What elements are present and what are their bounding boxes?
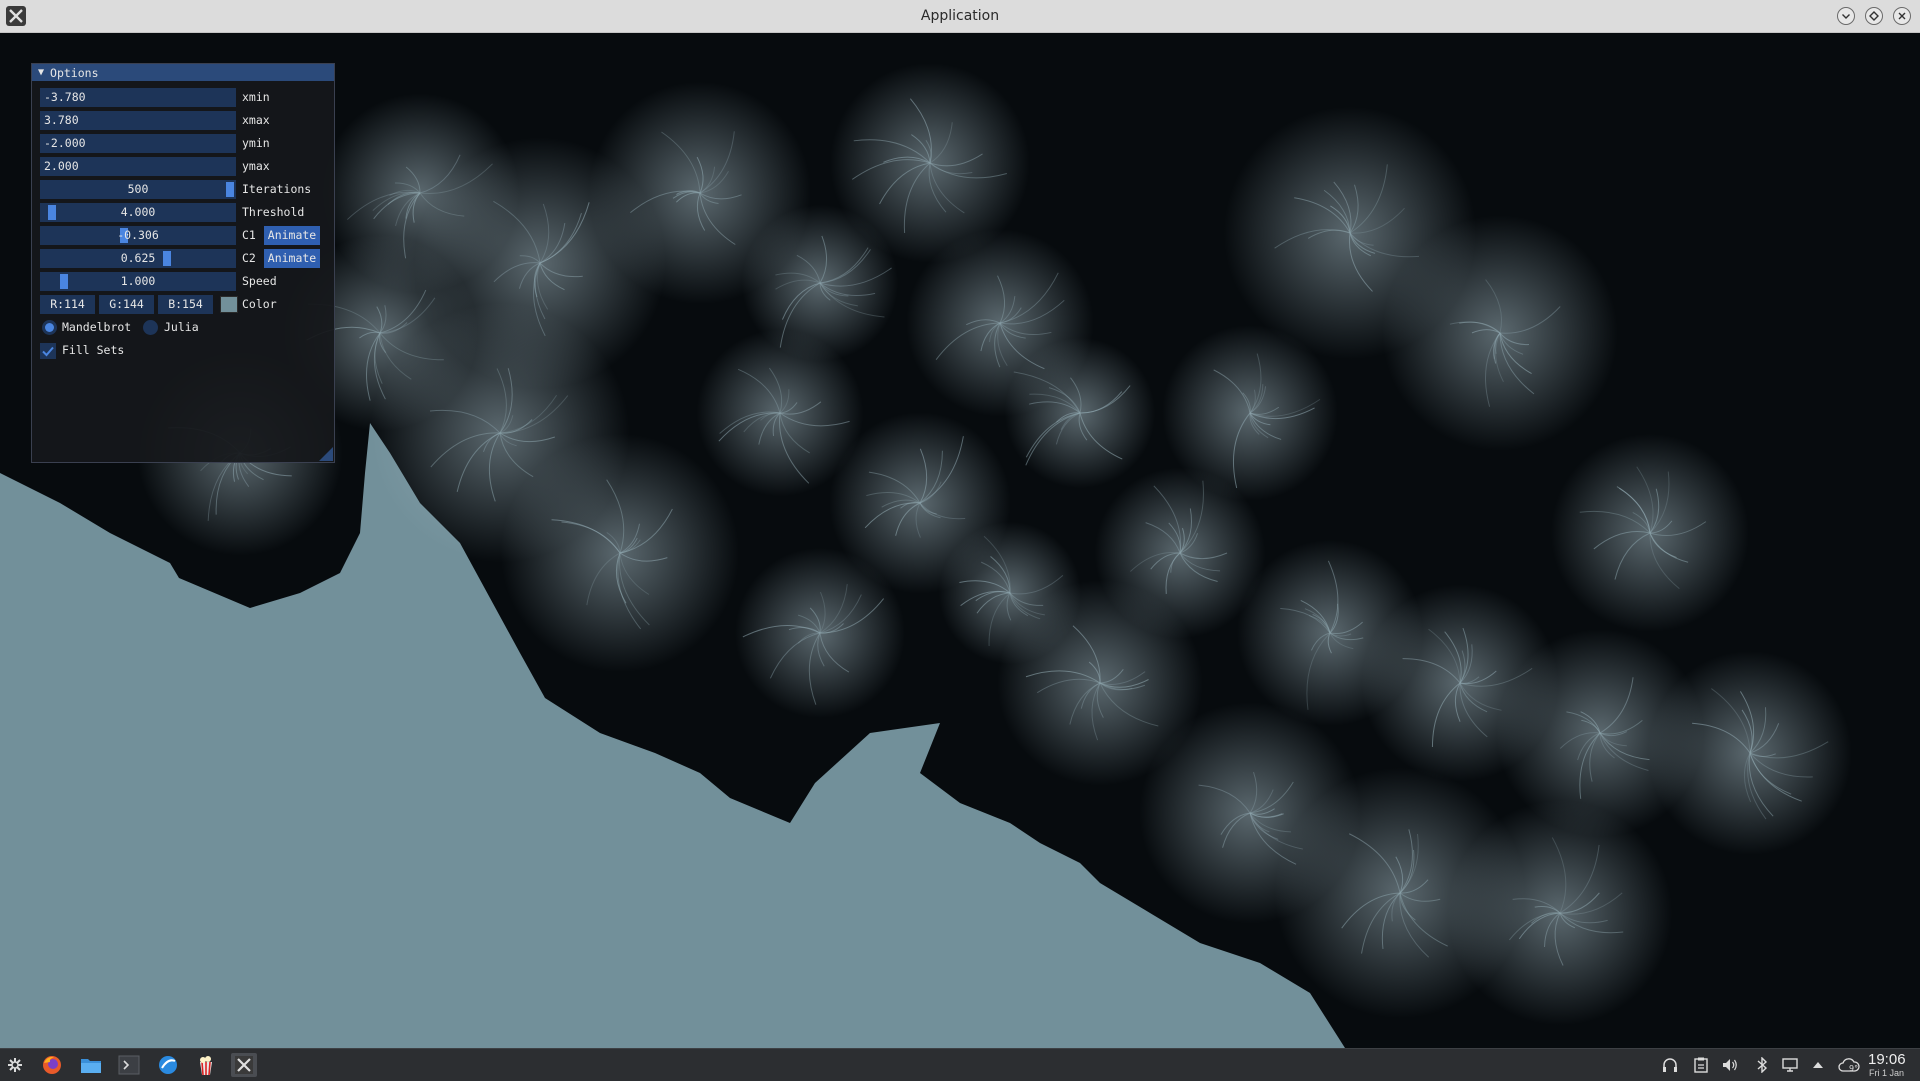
c2-animate-button[interactable]: Animate xyxy=(264,249,320,268)
c1-slider[interactable]: -0.306 xyxy=(40,226,236,245)
xmin-input[interactable]: -3.780 xyxy=(40,88,236,107)
checkmark-icon xyxy=(42,346,54,357)
julia-label[interactable]: Julia xyxy=(164,318,199,337)
speed-slider-grab[interactable] xyxy=(60,274,68,289)
chevron-down-icon xyxy=(1842,14,1850,19)
ymin-input[interactable]: -2.000 xyxy=(40,134,236,153)
threshold-slider[interactable]: 4.000 xyxy=(40,203,236,222)
threshold-value: 4.000 xyxy=(120,205,156,219)
restore-icon xyxy=(1869,11,1879,21)
xmin-row: -3.780 xmin xyxy=(40,88,330,107)
c2-slider-grab[interactable] xyxy=(163,251,171,266)
collapse-arrow-icon[interactable]: ▼ xyxy=(38,67,44,78)
iterations-row: 500 Iterations xyxy=(40,180,330,199)
browser-icon[interactable] xyxy=(155,1053,181,1077)
mandelbrot-label[interactable]: Mandelbrot xyxy=(62,318,131,337)
mode-row: Mandelbrot Julia xyxy=(40,318,330,337)
application-taskbar-icon[interactable] xyxy=(231,1053,257,1077)
firefox-icon[interactable] xyxy=(39,1053,65,1077)
color-row: R:114 G:144 B:154 Color xyxy=(40,295,330,314)
display-icon[interactable] xyxy=(1781,1056,1799,1074)
headphones-icon[interactable] xyxy=(1661,1056,1679,1074)
julia-radio[interactable] xyxy=(143,320,158,335)
clock-time[interactable]: 19:06 xyxy=(1868,1051,1906,1068)
taskbar: 9° 19:06 Fri 1 Jan xyxy=(0,1048,1920,1081)
speed-value: 1.000 xyxy=(120,274,156,288)
ymax-row: 2.000 ymax xyxy=(40,157,330,176)
xmax-input[interactable]: 3.780 xyxy=(40,111,236,130)
fill-sets-checkbox[interactable] xyxy=(40,343,56,359)
ymax-input[interactable]: 2.000 xyxy=(40,157,236,176)
threshold-label: Threshold xyxy=(242,205,305,219)
options-panel-title: Options xyxy=(50,65,99,80)
ymin-label: ymin xyxy=(242,136,270,150)
popcorn-icon[interactable] xyxy=(193,1053,219,1077)
speed-row: 1.000 Speed xyxy=(40,272,330,291)
c2-row: 0.625 C2 Animate xyxy=(40,249,330,268)
volume-icon[interactable] xyxy=(1721,1056,1739,1074)
title-bar: Application xyxy=(0,0,1920,33)
c2-slider[interactable]: 0.625 xyxy=(40,249,236,268)
c2-label: C2 xyxy=(242,251,256,265)
terminal-icon[interactable] xyxy=(116,1053,142,1077)
options-panel: ▼ Options -3.780 xmin 3.780 xmax -2.000 … xyxy=(31,63,335,463)
fill-sets-row: Fill Sets xyxy=(40,341,330,360)
close-icon xyxy=(1898,12,1906,20)
weather-icon[interactable]: 9° xyxy=(1836,1056,1862,1074)
speed-label: Speed xyxy=(242,274,277,288)
xmax-row: 3.780 xmax xyxy=(40,111,330,130)
maximize-button[interactable] xyxy=(1865,7,1883,25)
app-launcher-icon[interactable] xyxy=(2,1053,28,1077)
color-green-input[interactable]: G:144 xyxy=(99,295,154,314)
mandelbrot-radio[interactable] xyxy=(42,320,57,335)
clock-date[interactable]: Fri 1 Jan xyxy=(1869,1068,1904,1078)
speed-slider[interactable]: 1.000 xyxy=(40,272,236,291)
threshold-row: 4.000 Threshold xyxy=(40,203,330,222)
ymax-label: ymax xyxy=(242,159,270,173)
resize-grip-icon[interactable] xyxy=(319,447,333,461)
ymin-row: -2.000 ymin xyxy=(40,134,330,153)
c2-value: 0.625 xyxy=(120,251,156,265)
color-red-input[interactable]: R:114 xyxy=(40,295,95,314)
weather-temperature: 9° xyxy=(1849,1064,1859,1073)
clipboard-icon[interactable] xyxy=(1692,1056,1710,1074)
iterations-slider[interactable]: 500 xyxy=(40,180,236,199)
c1-animate-button[interactable]: Animate xyxy=(264,226,320,245)
iterations-slider-grab[interactable] xyxy=(226,182,234,197)
close-button[interactable] xyxy=(1893,7,1911,25)
bluetooth-icon[interactable] xyxy=(1753,1056,1771,1074)
color-blue-input[interactable]: B:154 xyxy=(158,295,213,314)
file-manager-icon[interactable] xyxy=(78,1053,104,1077)
options-panel-header[interactable]: ▼ Options xyxy=(32,64,334,81)
xmin-label: xmin xyxy=(242,90,270,104)
iterations-label: Iterations xyxy=(242,182,312,196)
tray-expand-icon[interactable] xyxy=(1809,1056,1827,1074)
c1-row: -0.306 C1 Animate xyxy=(40,226,330,245)
c1-label: C1 xyxy=(242,228,256,242)
minimize-button[interactable] xyxy=(1837,7,1855,25)
iterations-value: 500 xyxy=(127,182,149,196)
color-swatch[interactable] xyxy=(220,296,238,313)
threshold-slider-grab[interactable] xyxy=(48,205,56,220)
fill-sets-label[interactable]: Fill Sets xyxy=(62,341,124,360)
c1-value: -0.306 xyxy=(117,228,159,242)
window-title: Application xyxy=(920,8,1000,24)
xmax-label: xmax xyxy=(242,113,270,127)
color-label: Color xyxy=(242,297,277,311)
